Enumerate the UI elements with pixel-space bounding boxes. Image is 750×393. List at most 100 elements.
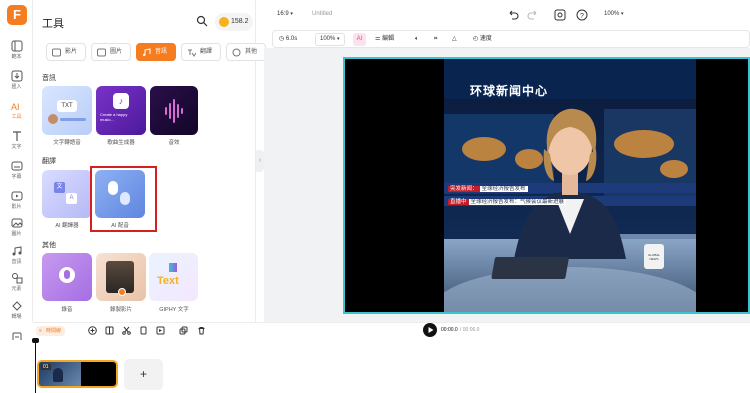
scale-value: 100% [320, 36, 336, 42]
rail-item-templates[interactable]: 範本 [0, 36, 33, 66]
rail-item-audio[interactable]: 音訊 [0, 241, 33, 271]
tab-image[interactable]: 圖片 [91, 43, 131, 61]
tab-translate[interactable]: 翻譯 [181, 43, 221, 61]
freeze-icon[interactable] [139, 326, 148, 335]
card-caption: GIPHY 文字 [159, 307, 189, 313]
video-canvas[interactable]: 环球新闻中心 突发新闻： 全球经济报告发布 直播中 全球经济报告发布：气候会议最新进… [343, 57, 750, 314]
volume-icon[interactable]: 🔈︎ [415, 35, 419, 44]
rail-label: 元素 [11, 286, 22, 292]
translate-icon: A [66, 193, 77, 204]
playhead-handle[interactable] [32, 338, 39, 343]
video-clip[interactable]: 01 [37, 360, 118, 388]
aspect-ratio-select[interactable]: 16:9 ▾ [277, 11, 293, 17]
ai-edit-icon[interactable]: AI [353, 33, 366, 46]
card-caption: 錄製影片 [109, 307, 132, 313]
edit-label: 編輯 [382, 36, 395, 42]
rail-label: 範本 [11, 54, 22, 60]
flip-icon[interactable]: △ [452, 35, 457, 44]
clip-thumbnail-anchor [53, 368, 63, 382]
add-circle-icon[interactable] [88, 326, 97, 335]
split-icon[interactable] [105, 326, 114, 335]
card-song-generator[interactable]: ♪ Create a happy music... [96, 86, 146, 135]
chevron-down-icon: ▾ [290, 11, 293, 17]
play-button[interactable] [423, 323, 437, 337]
rail-item-video[interactable]: 影片 [0, 186, 33, 216]
card-sound-effects[interactable] [150, 86, 198, 135]
selection-highlight [90, 166, 157, 232]
duration-control[interactable]: ◷ 6.0s [279, 35, 297, 44]
rail-item-import[interactable]: 匯入 [0, 66, 33, 96]
timeline-toggle[interactable]: ≡ 時間線 [36, 326, 66, 336]
total-time: / 00:06.0 [460, 327, 480, 333]
zoom-select[interactable]: 100% ▾ [604, 11, 624, 17]
edit-toolbar: ◷ 6.0s 100% ▾ AI ⚌ 編輯 🔈︎ ⌗ △ ◴ 速度 [272, 30, 750, 48]
add-clip-button[interactable]: + [124, 359, 163, 390]
scissors-icon[interactable] [122, 326, 131, 335]
elements-icon [11, 273, 22, 284]
category-tabs: 影片 圖片 音訊 翻譯 其他 [46, 43, 266, 61]
rail-item-elements[interactable]: 元素 [0, 268, 33, 298]
rail-item-image[interactable]: 圖片 [0, 213, 33, 243]
search-icon[interactable] [196, 15, 208, 27]
help-icon[interactable]: ? [576, 9, 588, 21]
rail-label: 匯入 [11, 84, 22, 90]
import-icon [11, 70, 22, 82]
app-logo[interactable]: F [7, 5, 27, 25]
translate-icon: 文 [54, 182, 65, 193]
music-note-icon: ♪ [113, 93, 129, 109]
ticker-tag: 突发新闻： [448, 186, 480, 192]
rail-item-subtitles[interactable]: 字幕 [0, 156, 33, 186]
giphy-text-preview: Text [157, 275, 179, 287]
rail-item-tools[interactable]: AI 工具 [0, 96, 33, 126]
undo-icon[interactable] [507, 9, 519, 21]
card-record-audio[interactable] [42, 253, 92, 301]
mug-label: GLOBAL NEWS [647, 253, 660, 261]
screenshot-icon[interactable] [554, 9, 566, 21]
card-record-video[interactable] [96, 253, 146, 301]
detach-audio-icon[interactable] [156, 326, 165, 335]
edit-button[interactable]: ⚌ 編輯 [375, 35, 394, 44]
text-icon [12, 131, 21, 141]
tab-other[interactable]: 其他 [226, 43, 266, 61]
play-icon [428, 327, 434, 333]
news-anchor-image: 环球新闻中心 突发新闻： 全球经济报告发布 直播中 全球经济报告发布：气候会议最新进… [444, 59, 696, 312]
tab-video[interactable]: 影片 [46, 43, 86, 61]
panel-collapse-handle[interactable]: ‹ [256, 150, 264, 172]
scale-select[interactable]: 100% ▾ [315, 33, 345, 46]
tab-label: 其他 [245, 49, 258, 55]
current-time: 00:00.0 [441, 327, 458, 333]
news-banner-title: 环球新闻中心 [470, 84, 549, 98]
card-giphy-text[interactable]: Text [149, 253, 198, 301]
project-name[interactable]: Untitled [312, 11, 332, 17]
trash-icon[interactable] [197, 326, 206, 335]
live-ticker: 直播中 全球经济报告发布：气候会议最新进展 [448, 197, 567, 205]
rail-item-transition[interactable]: 轉場 [0, 296, 33, 326]
tab-audio[interactable]: 音訊 [136, 43, 176, 61]
timeline-icon: ≡ [39, 328, 42, 334]
tab-label: 圖片 [110, 49, 123, 55]
svg-text:AI: AI [11, 102, 20, 112]
playhead[interactable] [35, 340, 36, 393]
rail-label: 影片 [11, 204, 22, 210]
microphone-icon [64, 270, 70, 279]
prompt-text: Create a happy music... [100, 112, 128, 122]
crop-icon[interactable]: ⌗ [434, 35, 437, 44]
card-caption: 錄音 [61, 307, 73, 313]
rail-label: 圖片 [11, 231, 22, 237]
more-icon [232, 48, 241, 57]
subtitles-icon [11, 161, 22, 171]
credits-badge[interactable]: 158.2 [215, 13, 253, 31]
card-text-to-speech[interactable]: TXT [42, 86, 92, 135]
duplicate-icon[interactable] [179, 326, 188, 335]
speed-button[interactable]: ◴ 速度 [473, 35, 492, 44]
card-ai-translator[interactable]: 文 A [42, 170, 92, 218]
card-caption: AI 翻譯器 [55, 223, 79, 229]
waveform [60, 118, 86, 121]
section-label-translate: 翻譯 [42, 158, 56, 165]
redo-icon[interactable] [527, 9, 539, 21]
panel-title: 工具 [42, 18, 64, 30]
ticker-text: 全球经济报告发布：气候会议最新进展 [468, 199, 567, 205]
rail-item-text[interactable]: 文字 [0, 126, 33, 156]
section-label-other: 其他 [42, 242, 56, 249]
waveform-icon [165, 99, 183, 123]
